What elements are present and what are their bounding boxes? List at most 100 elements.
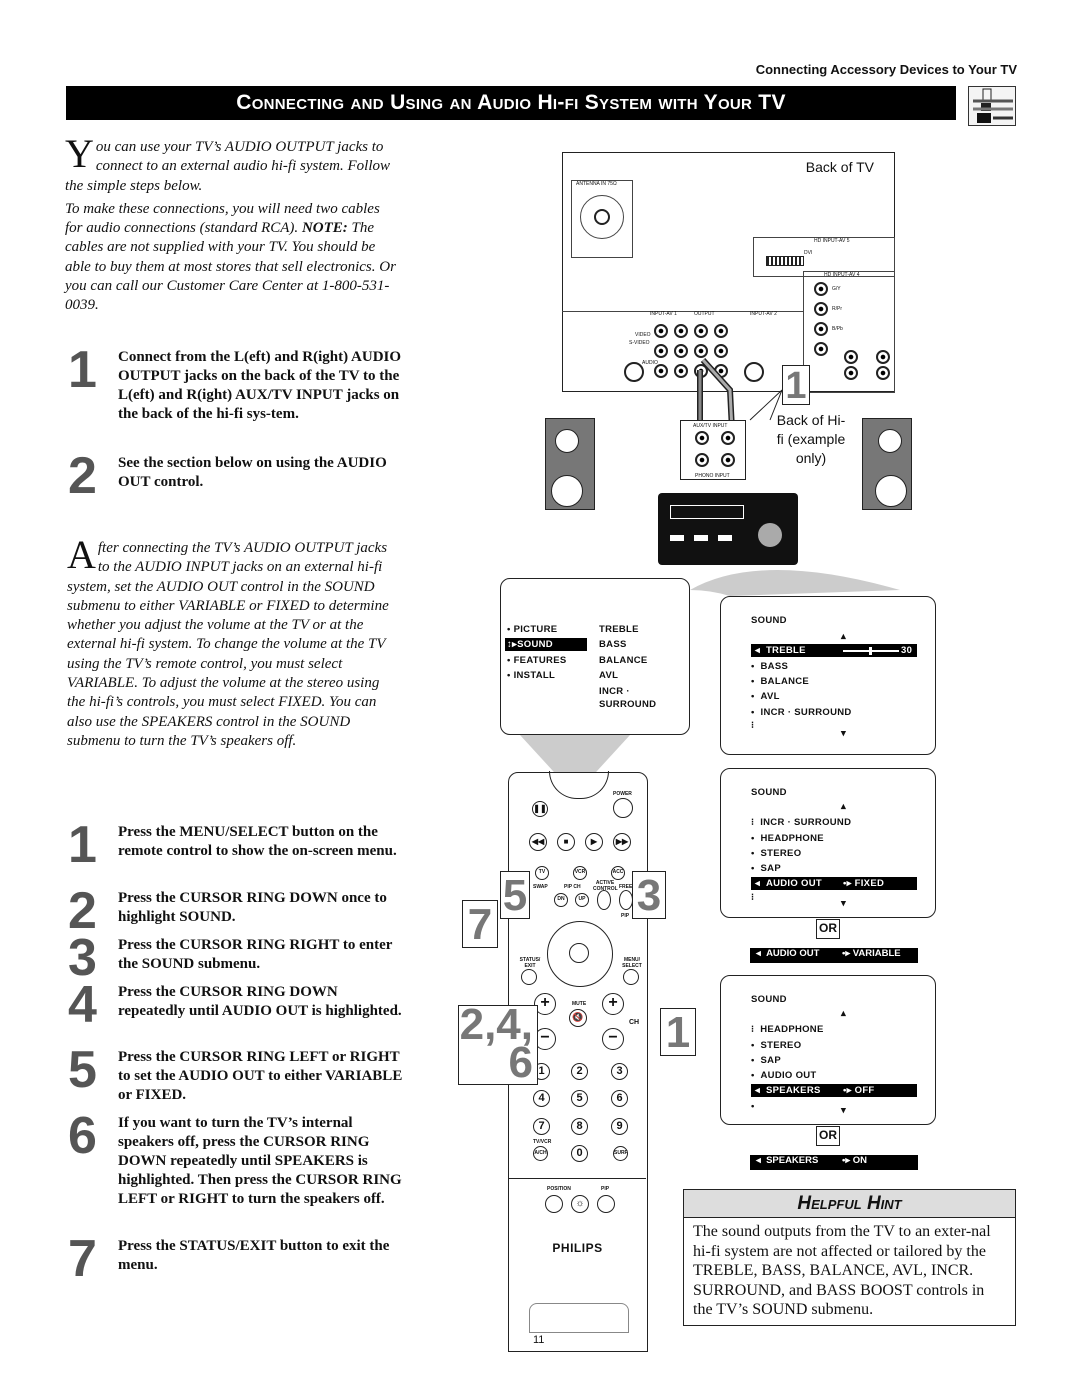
submenu-preview-item: BALANCE (599, 655, 648, 666)
menu-item: • BALANCE (751, 676, 810, 687)
note-label: NOTE: (301, 220, 348, 237)
digit-8-button[interactable]: 8 (571, 1118, 588, 1135)
coax-connector-icon (594, 209, 610, 225)
or-label: OR (816, 919, 840, 939)
pip-ch-up-button[interactable]: UP (575, 893, 589, 907)
page-number: 11 (533, 1334, 545, 1346)
right-speaker (862, 418, 912, 510)
cursor-ring[interactable] (547, 921, 613, 987)
freeze-button[interactable] (619, 890, 633, 910)
channel-up-button[interactable]: + (602, 993, 624, 1015)
power-button[interactable] (613, 798, 633, 818)
speakers-on-bar: ◂ SPEAKERS •▸ ON (750, 1155, 918, 1170)
menu-item: • SAP (751, 863, 781, 874)
digit-4-button[interactable]: 4 (533, 1090, 550, 1107)
menu-title: SOUND (751, 994, 787, 1005)
menu-item: • HEADPHONE (751, 833, 824, 844)
digit-6-button[interactable]: 6 (611, 1090, 628, 1107)
menu-select-button[interactable] (623, 969, 639, 985)
sound-menu-treble: SOUND ▴ ◂ TREBLE 30 • BASS • BALANCE • A… (720, 596, 936, 755)
step-5-callout: 5 (500, 871, 530, 920)
section-header: Connecting Accessory Devices to Your TV (755, 62, 1017, 77)
sound-menu-audio-out: SOUND ▴ ⁝ INCR · SURROUND • HEADPHONE • … (720, 768, 936, 918)
rewind-button[interactable]: ◀◀ (529, 833, 547, 851)
menu-step-4: 4 Press the CURSOR RING DOWN repeatedly u… (68, 976, 402, 1034)
dvi-connector-icon (766, 256, 804, 266)
menu-item: • STEREO (751, 1040, 802, 1051)
menu-item-features: • FEATURES (507, 655, 567, 666)
antenna-input: ANTENNA IN 75Ω (571, 180, 633, 258)
menu-item: • SAP (751, 1055, 781, 1066)
fast-forward-button[interactable]: ▶▶ (613, 833, 631, 851)
philips-logo: PHILIPS (552, 1241, 603, 1255)
hint-text: The sound outputs from the TV to an exte… (693, 1223, 991, 1318)
status-exit-button[interactable] (521, 969, 537, 985)
digit-5-button[interactable]: 5 (571, 1090, 588, 1107)
menu-item: • AVL (751, 691, 780, 702)
left-speaker (545, 418, 595, 510)
menu-item: • INCR · SURROUND (751, 707, 852, 718)
submenu-preview-item: TREBLE (599, 624, 639, 635)
highlighted-treble: ◂ TREBLE 30 (751, 644, 917, 657)
pip-ch-down-button[interactable]: DN (554, 893, 568, 907)
page-title: Connecting and Using an Audio Hi-fi Syst… (66, 86, 956, 120)
slider-thumb[interactable] (869, 647, 872, 655)
main-menu-screen: • PICTURE ↕▸SOUND • FEATURES • INSTALL T… (500, 578, 690, 735)
highlighted-speakers: ◂ SPEAKERS •▸ OFF (751, 1084, 917, 1097)
tv-button[interactable]: TV (535, 866, 549, 880)
menu-item: ⁝ HEADPHONE (751, 1024, 824, 1035)
intro-paragraph: ou can use your TV’s AUDIO OUTPUT jacks … (65, 139, 391, 194)
play-button[interactable]: ▶ (585, 833, 603, 851)
step-1-callout: 1 (782, 365, 810, 406)
step-7-callout: 7 (462, 900, 498, 949)
treble-slider[interactable] (843, 647, 899, 655)
drop-cap: A (67, 532, 96, 577)
channel-down-button[interactable]: − (602, 1028, 624, 1050)
digit-9-button[interactable]: 9 (611, 1118, 628, 1135)
stop-button[interactable]: ■ (557, 833, 575, 851)
submenu-preview-item: INCR · SURROUND (599, 686, 657, 710)
surf-button[interactable]: SURF (613, 1146, 628, 1161)
pause-button[interactable]: ❚❚ (532, 801, 548, 817)
step-1-remote-callout: 1 (660, 1008, 696, 1057)
pip-button[interactable] (597, 1195, 615, 1213)
steps-2-4-6-callout: 2,4, 6 (458, 1005, 538, 1085)
digit-0-button[interactable]: 0 (571, 1145, 588, 1162)
vcr-button[interactable]: VCR (573, 866, 587, 880)
audio-out-explanation: After connecting the TV’s AUDIO OUTPUT j… (67, 532, 389, 749)
menu-item: ⁝ INCR · SURROUND (751, 817, 852, 828)
hint-title: Helpful Hint (684, 1190, 1015, 1218)
back-of-hifi-label: Back of Hi-fi (example only) (776, 412, 846, 466)
scroll-up-icon: ▴ (841, 1008, 847, 1019)
more-items-icon: ⁝ (751, 720, 755, 731)
more-items-icon: • (751, 1101, 755, 1112)
intro-requirements: To make these connections, you will need… (65, 200, 396, 314)
menu-step-5: 5 Press the CURSOR RING LEFT or RIGHT to … (68, 1041, 403, 1103)
sound-menu-speakers: SOUND ▴ ⁝ HEADPHONE • STEREO • SAP • AUD… (720, 975, 936, 1125)
menu-title: SOUND (751, 615, 787, 626)
scroll-down-icon: ▾ (841, 898, 847, 909)
audio-out-variable-bar: ◂ AUDIO OUT •▸ VARIABLE (750, 948, 918, 963)
menu-step-1: 1 Press the MENU/SELECT button on the rem… (68, 816, 397, 874)
active-control-button[interactable] (597, 890, 611, 910)
acc-button[interactable]: ACC (611, 866, 625, 880)
digit-7-button[interactable]: 7 (533, 1118, 550, 1135)
position-button[interactable] (545, 1195, 563, 1213)
more-items-icon: ⁝ (751, 892, 755, 903)
highlighted-audio-out: ◂ AUDIO OUT •▸ FIXED (751, 877, 917, 890)
scroll-up-icon: ▴ (841, 631, 847, 642)
cursor-ring-center[interactable] (569, 943, 589, 963)
helpful-hint-box: Helpful Hint The sound outputs from the … (683, 1189, 1016, 1326)
scroll-up-icon: ▴ (841, 801, 847, 812)
digit-2-button[interactable]: 2 (571, 1063, 588, 1080)
digit-3-button[interactable]: 3 (611, 1063, 628, 1080)
menu-item: • AUDIO OUT (751, 1070, 817, 1081)
connect-step-2: 2 See the section below on using the AUDI… (68, 447, 387, 505)
step-3-callout: 3 (632, 871, 666, 920)
connect-step-1: 1 Connect from the L(eft) and R(ight) AUD… (68, 341, 402, 422)
ach-button[interactable]: A/CH (533, 1146, 548, 1161)
menu-item: • BASS (751, 661, 789, 672)
menu-item-sound-selected: ↕▸SOUND (505, 638, 587, 651)
mute-button[interactable]: 🔇 (569, 1009, 587, 1027)
brightness-button[interactable]: ☼ (571, 1195, 589, 1213)
